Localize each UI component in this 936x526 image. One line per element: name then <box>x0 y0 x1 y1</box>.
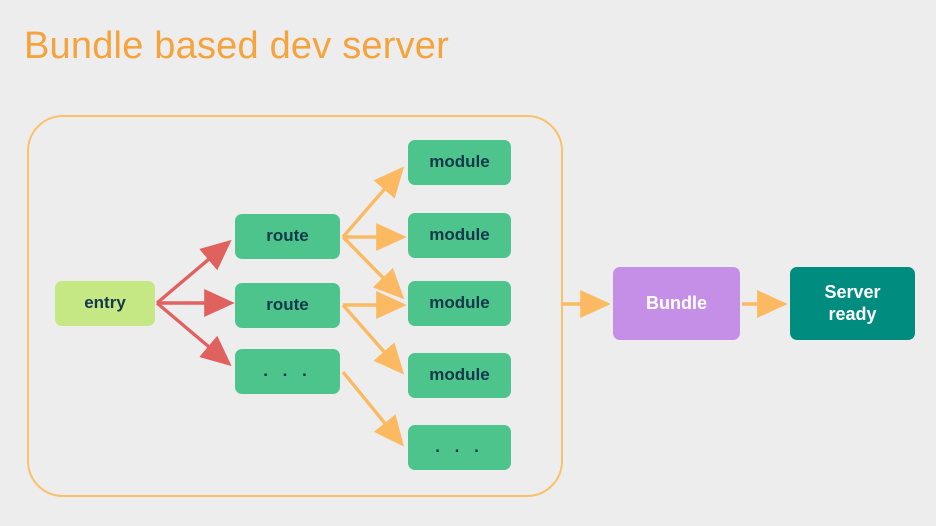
node-entry-label: entry <box>84 293 126 313</box>
node-route-1[interactable]: route <box>235 214 340 259</box>
node-module-4-label: module <box>429 365 490 385</box>
node-route-1-label: route <box>266 226 309 246</box>
node-module-1-label: module <box>429 152 490 172</box>
node-route-2[interactable]: route <box>235 283 340 328</box>
node-route-ellipsis-label: . . . <box>263 361 312 381</box>
node-server-ready-label: Server ready <box>824 282 880 324</box>
node-module-ellipsis[interactable]: . . . <box>408 425 511 470</box>
slide-canvas: Bundle based dev server entry route rout… <box>0 0 936 526</box>
node-server-ready-line1: Server <box>824 282 881 303</box>
node-bundle-label: Bundle <box>646 292 707 313</box>
node-route-ellipsis[interactable]: . . . <box>235 349 340 394</box>
entry-to-routes-edges <box>155 239 235 367</box>
node-module-3-label: module <box>429 293 490 313</box>
node-module-1[interactable]: module <box>408 140 511 185</box>
node-bundle[interactable]: Bundle <box>613 267 740 340</box>
node-server-ready-line2: ready <box>828 303 877 324</box>
node-server-ready[interactable]: Server ready <box>790 267 915 340</box>
routes-to-modules-edges <box>341 166 407 447</box>
node-module-ellipsis-label: . . . <box>435 437 484 457</box>
node-module-4[interactable]: module <box>408 353 511 398</box>
node-module-2-label: module <box>429 225 490 245</box>
node-module-2[interactable]: module <box>408 213 511 258</box>
node-entry[interactable]: entry <box>55 281 155 326</box>
node-module-3[interactable]: module <box>408 281 511 326</box>
node-route-2-label: route <box>266 295 309 315</box>
